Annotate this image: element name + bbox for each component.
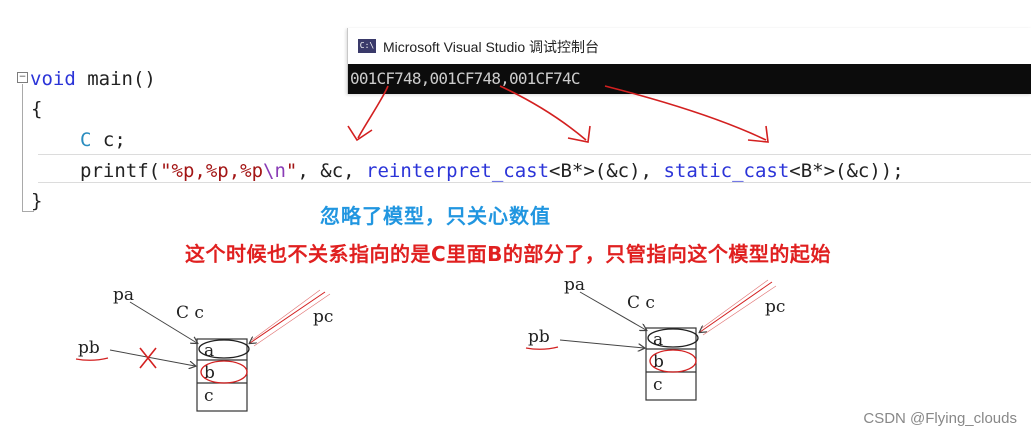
label-pc-right: pc <box>765 297 785 317</box>
arrow-pb-right <box>559 339 644 348</box>
cell-a-left: a <box>204 341 214 361</box>
red-arrow-1 <box>347 85 389 142</box>
arrow-pc-right <box>700 281 773 332</box>
diagram-right: pa C c pc pb a b c <box>525 275 785 401</box>
label-pa-right: pa <box>564 275 585 295</box>
red-arrow-2 <box>499 85 591 143</box>
label-pc-left: pc <box>313 307 333 327</box>
label-pb-left: pb <box>78 338 100 358</box>
pb-underline-left <box>75 357 109 361</box>
cell-a-right: a <box>653 330 663 350</box>
label-pb-right: pb <box>528 327 550 347</box>
pb-underline-right <box>525 346 559 350</box>
red-arrow-3 <box>604 85 769 143</box>
label-class-right: C c <box>627 293 655 313</box>
cell-c-right: c <box>653 375 663 395</box>
diagram-left: pa C c pc pb a b c <box>75 285 333 412</box>
cell-c-left: c <box>204 386 214 406</box>
csdn-watermark: CSDN @Flying_clouds <box>863 410 1017 427</box>
label-class-left: C c <box>176 303 204 323</box>
annotation-overlay: pa C c pc pb a b c pa C c pc pb a b c <box>75 85 785 412</box>
